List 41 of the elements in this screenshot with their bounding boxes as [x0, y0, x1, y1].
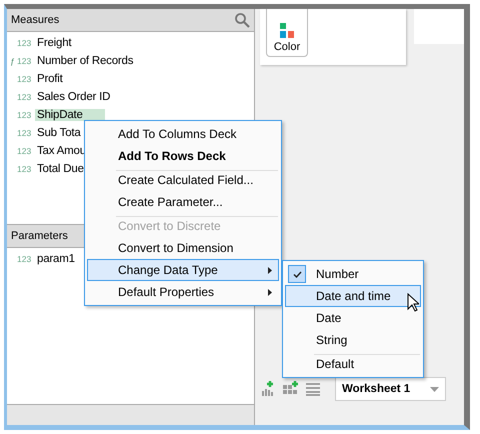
worksheet-dropdown[interactable]: Worksheet 1	[335, 377, 446, 401]
number-type-label: 123	[17, 110, 32, 120]
submenu-arrow-icon	[268, 266, 272, 274]
number-type-label: 123	[17, 74, 32, 84]
field-name[interactable]: Sales Order ID	[35, 91, 112, 103]
caret-icon	[430, 386, 440, 392]
number-type-label: 123	[17, 164, 32, 174]
menu-item[interactable]: Add To Rows Deck	[87, 145, 279, 167]
list-icon[interactable]	[305, 382, 321, 396]
menu-item[interactable]: Date and time	[285, 285, 421, 307]
submenu-arrow-icon	[268, 288, 272, 296]
number-type-label: 123	[17, 146, 32, 156]
field-name[interactable]: Freight	[35, 37, 74, 49]
menu-item[interactable]: Default Properties	[87, 281, 279, 303]
measures-title: Measures	[11, 14, 60, 26]
mouse-cursor-icon	[407, 293, 419, 312]
color-button[interactable]: Color	[266, 9, 308, 57]
field-name[interactable]: param1	[35, 253, 77, 265]
add-grid-icon[interactable]	[283, 381, 299, 397]
field-name[interactable]: Number of Records	[35, 55, 136, 67]
field-name[interactable]: ShipDate	[35, 109, 105, 121]
field-name[interactable]: Sub Tota	[35, 127, 83, 139]
field-name[interactable]: Profit	[35, 73, 65, 85]
number-type-label: 123	[17, 38, 32, 48]
canvas-area	[414, 9, 464, 44]
parameters-title: Parameters	[11, 230, 68, 242]
menu-item[interactable]: Number	[285, 263, 421, 285]
search-icon[interactable]	[234, 12, 250, 28]
number-type-label: 123	[17, 254, 32, 264]
menu-item[interactable]: Convert to Dimension	[87, 237, 279, 259]
number-type-label: 123	[17, 56, 32, 66]
menu-item[interactable]: Date	[285, 307, 421, 329]
number-type-label: 123	[17, 92, 32, 102]
number-type-label: 123	[17, 128, 32, 138]
field-name[interactable]: Total Due	[35, 163, 86, 175]
menu-item[interactable]: String	[285, 329, 421, 351]
color-squares-icon	[279, 23, 295, 39]
menu-item[interactable]: Create Parameter...	[87, 191, 279, 213]
menu-item[interactable]: Change Data Type	[87, 259, 279, 281]
calculated-mark: ƒ	[10, 56, 16, 66]
menu-item[interactable]: Add To Columns Deck	[87, 123, 279, 145]
